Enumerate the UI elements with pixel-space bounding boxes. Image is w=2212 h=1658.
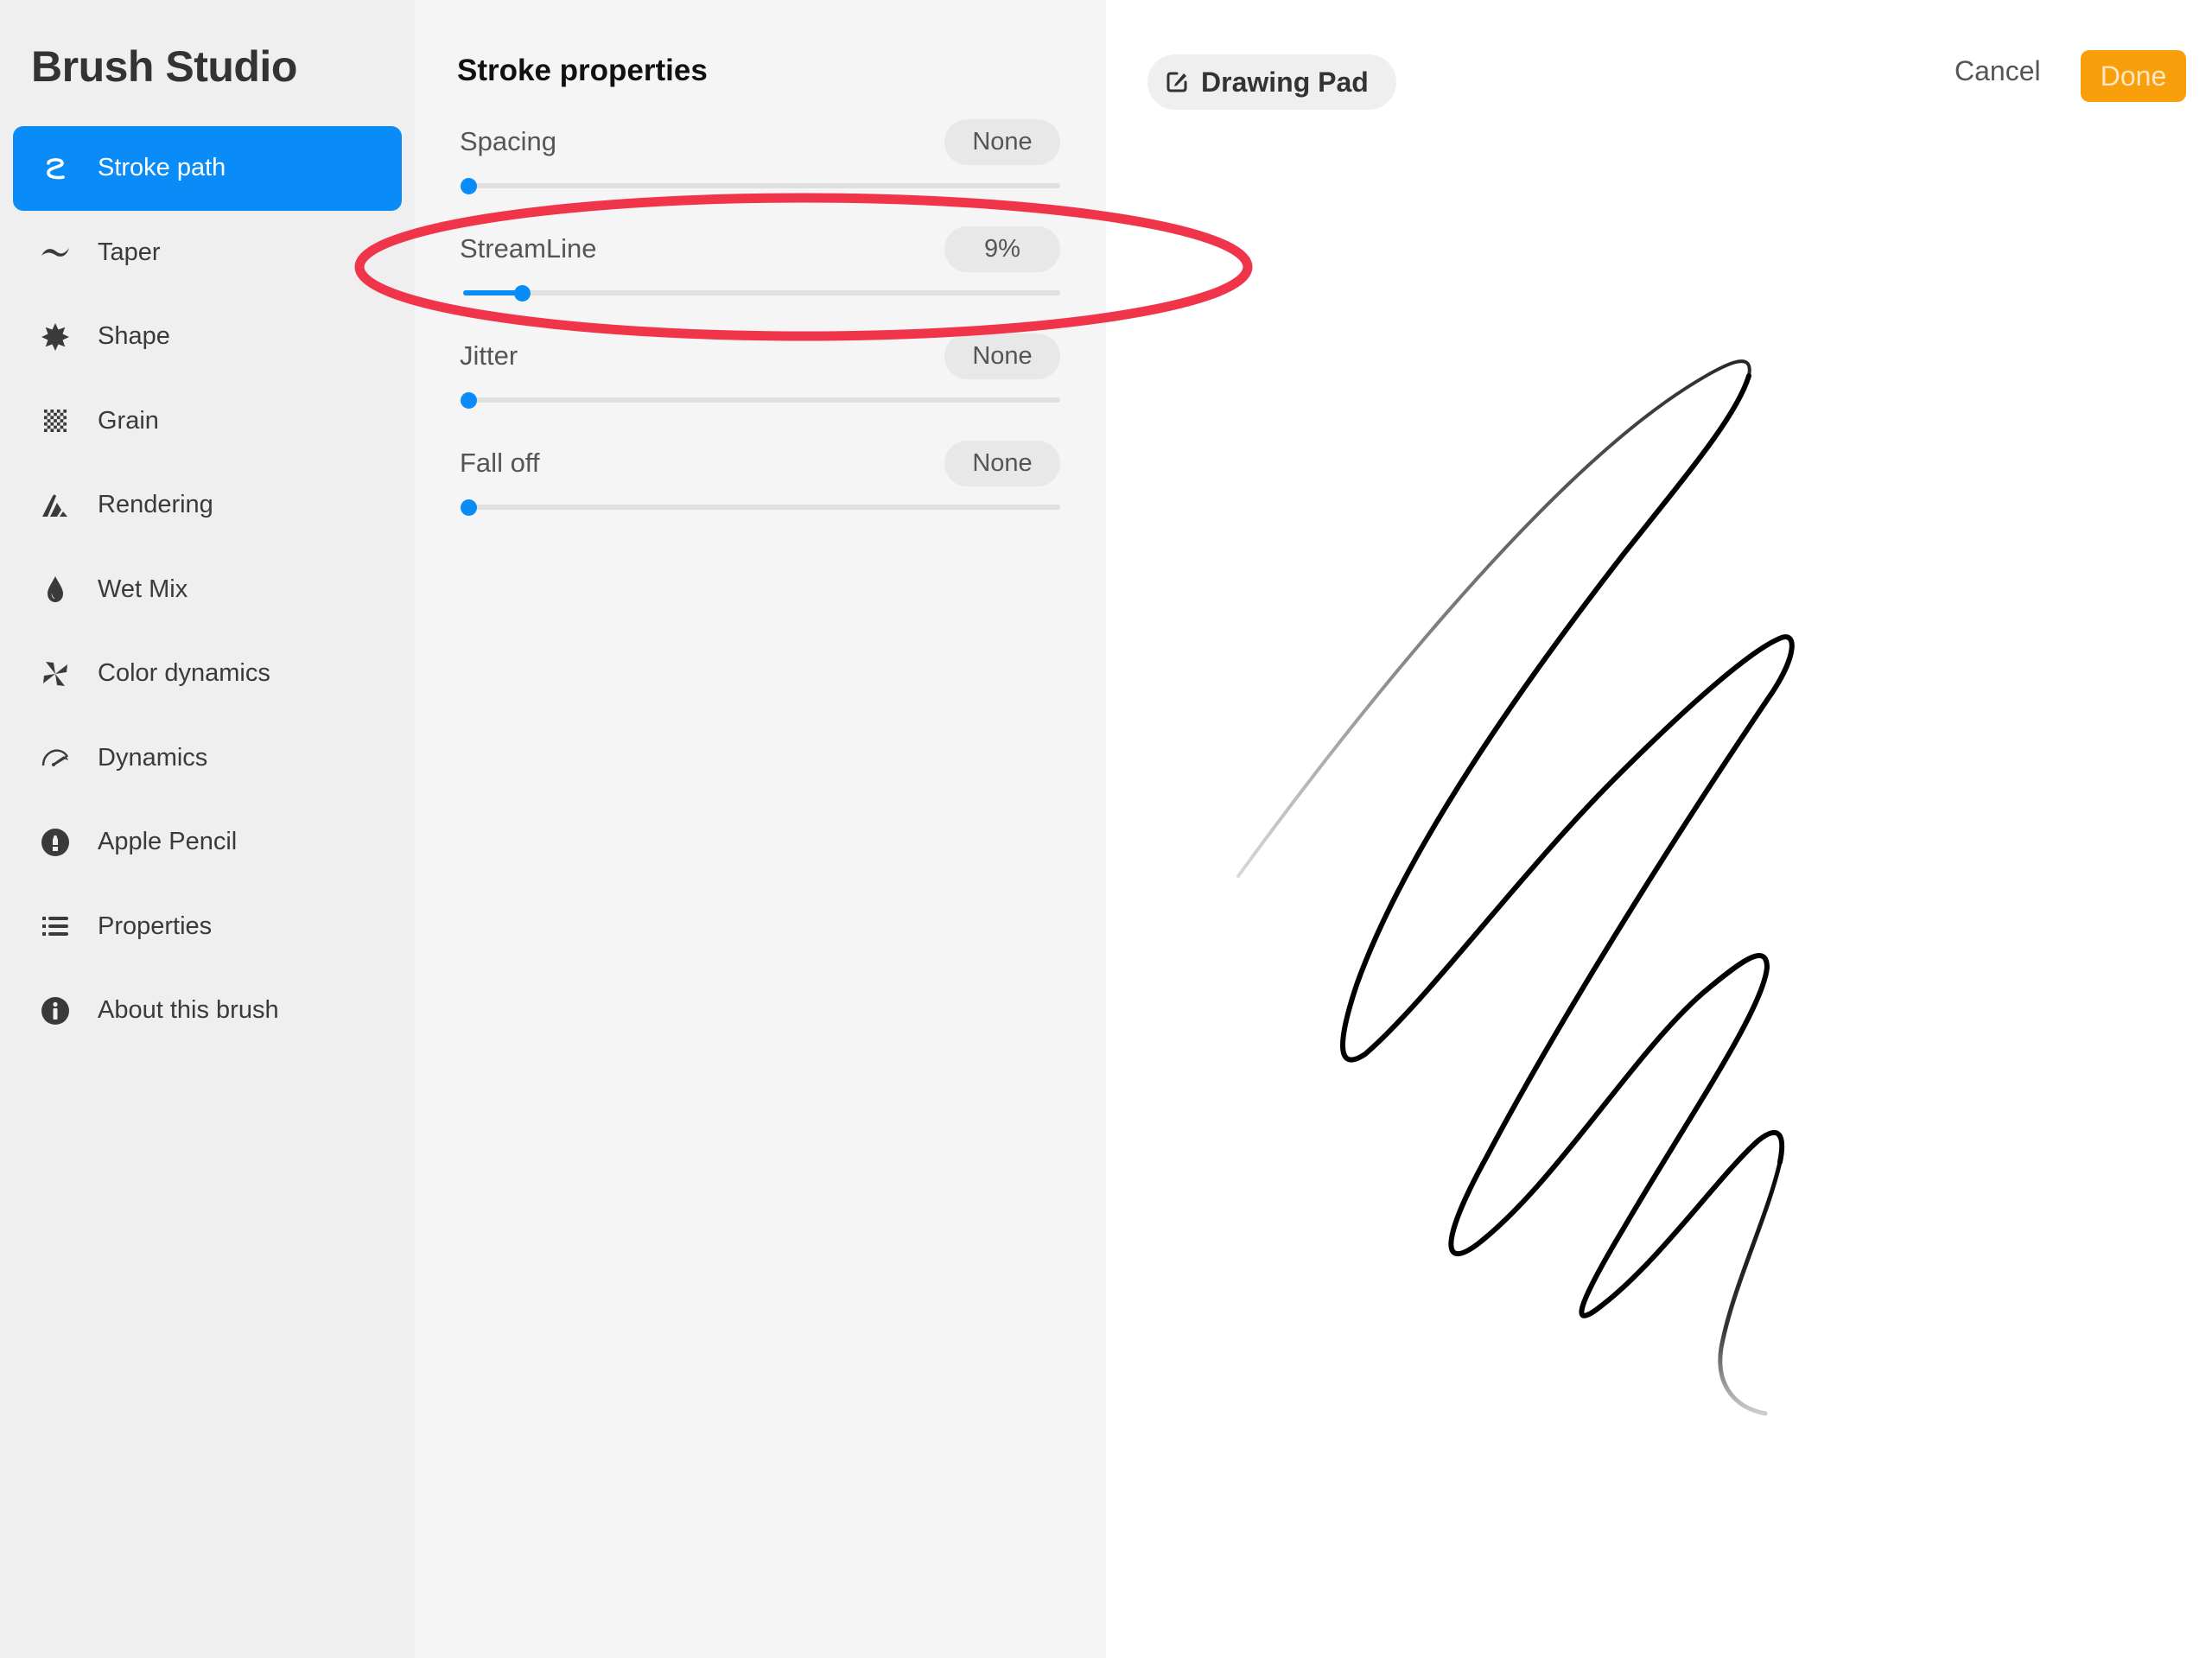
- property-spacing: Spacing None: [460, 119, 1060, 214]
- property-value-pill[interactable]: None: [944, 119, 1060, 165]
- property-fall-off: Fall off None: [460, 441, 1060, 536]
- property-label: Spacing: [460, 126, 557, 156]
- sidebar-item-apple-pencil[interactable]: Apple Pencil: [13, 800, 402, 885]
- grain-icon: [39, 404, 72, 437]
- slider-track: [463, 290, 1060, 295]
- sidebar-item-shape[interactable]: Shape: [13, 295, 402, 379]
- sidebar-item-label: Taper: [98, 238, 161, 266]
- sidebar-item-stroke-path[interactable]: Stroke path: [13, 126, 402, 211]
- rendering-icon: [39, 489, 72, 522]
- sidebar-item-properties[interactable]: Properties: [13, 885, 402, 969]
- slider-knob[interactable]: [461, 392, 477, 409]
- fall-off-slider[interactable]: [460, 497, 1060, 518]
- property-label: StreamLine: [460, 233, 597, 264]
- slider-track: [463, 505, 1060, 510]
- sidebar-item-label: Properties: [98, 912, 213, 940]
- app-title: Brush Studio: [31, 42, 297, 91]
- slider-knob[interactable]: [461, 499, 477, 516]
- sidebar: Brush Studio Stroke path Taper Shape Gra…: [0, 0, 415, 1658]
- sidebar-item-grain[interactable]: Grain: [13, 379, 402, 464]
- slider-knob[interactable]: [461, 178, 477, 194]
- color-dynamics-icon: [39, 657, 72, 690]
- sidebar-item-taper[interactable]: Taper: [13, 211, 402, 295]
- sidebar-item-label: Rendering: [98, 491, 213, 519]
- spacing-slider[interactable]: [460, 175, 1060, 196]
- sidebar-item-label: Stroke path: [98, 154, 226, 182]
- sidebar-item-color-dynamics[interactable]: Color dynamics: [13, 632, 402, 716]
- sidebar-item-label: Dynamics: [98, 743, 208, 772]
- sidebar-nav: Stroke path Taper Shape Grain Rendering: [13, 126, 402, 1053]
- apple-pencil-icon: [39, 826, 72, 859]
- panel-title: Stroke properties: [457, 54, 708, 87]
- sidebar-item-label: Apple Pencil: [98, 828, 238, 856]
- sidebar-item-label: Shape: [98, 322, 170, 351]
- property-value-pill[interactable]: None: [944, 334, 1060, 379]
- drawing-pad-label: Drawing Pad: [1201, 66, 1369, 98]
- property-label: Fall off: [460, 448, 540, 478]
- jitter-slider[interactable]: [460, 390, 1060, 410]
- shape-icon: [39, 321, 72, 353]
- done-button[interactable]: Done: [2081, 50, 2186, 102]
- cancel-button[interactable]: Cancel: [1955, 55, 2041, 87]
- stroke-path-icon: [39, 152, 72, 185]
- info-icon: [39, 994, 72, 1027]
- sidebar-item-dynamics[interactable]: Dynamics: [13, 716, 402, 801]
- edit-icon: [1166, 72, 1187, 92]
- sidebar-item-label: Color dynamics: [98, 659, 270, 688]
- property-value-pill[interactable]: 9%: [944, 226, 1060, 272]
- property-label: Jitter: [460, 340, 518, 371]
- streamline-slider[interactable]: [460, 283, 1060, 303]
- sidebar-item-label: About this brush: [98, 996, 279, 1025]
- slider-knob[interactable]: [513, 285, 531, 302]
- sidebar-item-about[interactable]: About this brush: [13, 969, 402, 1053]
- wet-mix-icon: [39, 573, 72, 606]
- drawing-pad-button[interactable]: Drawing Pad: [1147, 54, 1396, 110]
- taper-icon: [39, 236, 72, 269]
- sidebar-item-label: Wet Mix: [98, 575, 188, 603]
- property-value-pill[interactable]: None: [944, 441, 1060, 486]
- slider-fill: [463, 290, 522, 295]
- sidebar-item-label: Grain: [98, 406, 159, 435]
- sidebar-item-wet-mix[interactable]: Wet Mix: [13, 548, 402, 632]
- property-streamline: StreamLine 9%: [460, 226, 1060, 321]
- sidebar-item-rendering[interactable]: Rendering: [13, 463, 402, 548]
- slider-track: [463, 397, 1060, 403]
- properties-icon: [39, 910, 72, 943]
- stroke-properties-panel: Stroke properties Spacing None StreamLin…: [415, 0, 1106, 1658]
- drawing-pad-canvas[interactable]: [1106, 0, 2212, 1658]
- slider-track: [463, 183, 1060, 188]
- property-jitter: Jitter None: [460, 334, 1060, 429]
- dynamics-icon: [39, 741, 72, 774]
